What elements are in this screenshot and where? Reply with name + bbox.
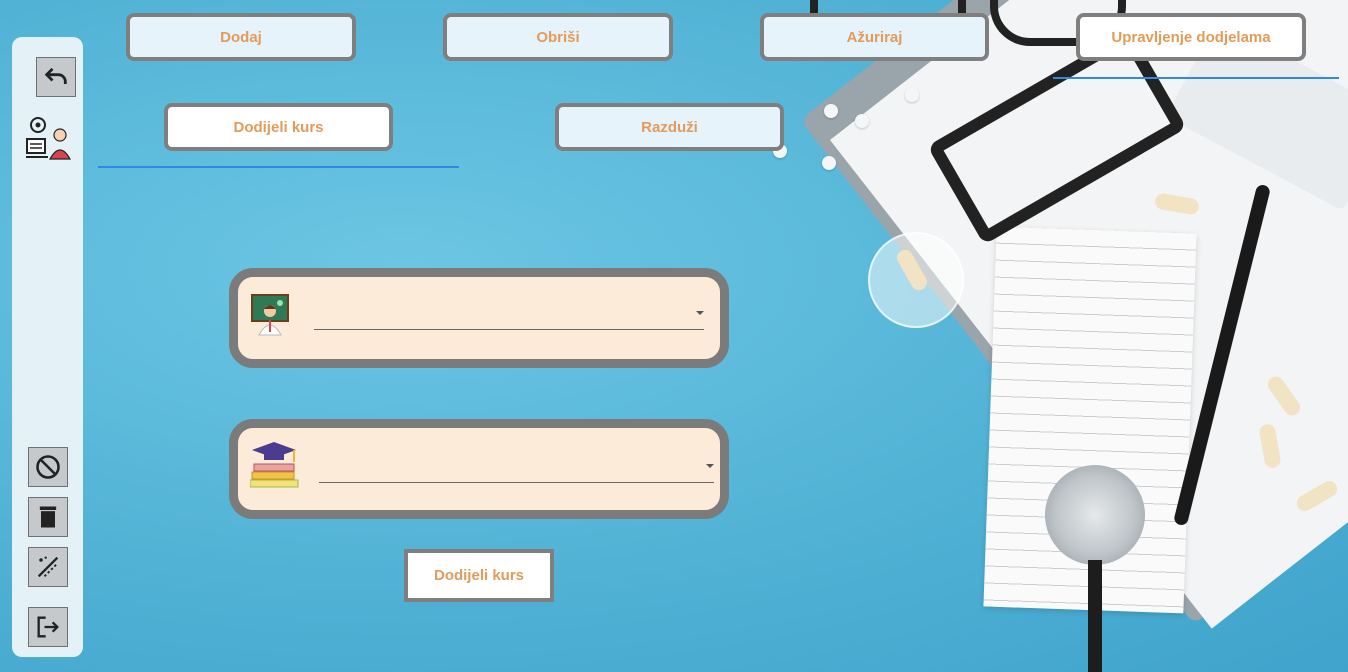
teacher-icon	[250, 293, 290, 337]
cancel-icon	[36, 455, 60, 479]
delete-button[interactable]	[28, 497, 68, 537]
admin-user-icon	[24, 111, 74, 167]
trash-icon	[39, 506, 57, 528]
pill	[822, 156, 836, 170]
stethoscope-decor	[1045, 465, 1145, 565]
active-tab-underline	[1053, 77, 1339, 79]
teacher-panel	[229, 268, 729, 368]
pill	[905, 88, 919, 102]
unassign-tab[interactable]: Razduži	[555, 103, 784, 151]
update-button[interactable]: Ažuriraj	[760, 13, 989, 61]
active-subtab-underline	[98, 166, 459, 168]
assign-course-tab[interactable]: Dodijeli kurs	[164, 103, 393, 151]
course-panel	[229, 419, 729, 519]
back-button[interactable]	[36, 57, 76, 97]
course-select[interactable]	[319, 456, 714, 483]
chevron-down-icon	[696, 311, 704, 315]
stethoscope-tube	[1088, 560, 1102, 672]
logout-icon	[37, 616, 59, 638]
pill	[824, 104, 838, 118]
teacher-select[interactable]	[314, 303, 704, 330]
undo-icon	[44, 67, 67, 84]
add-button[interactable]: Dodaj	[126, 13, 356, 61]
logout-button[interactable]	[28, 607, 68, 647]
chevron-down-icon	[706, 464, 714, 468]
course-books-icon	[249, 440, 302, 490]
sidebar	[12, 37, 83, 657]
pill	[855, 114, 869, 128]
assign-course-button[interactable]: Dodijeli kurs	[404, 549, 554, 602]
manage-assignments-button[interactable]: Upravljenje dodjelama	[1076, 13, 1306, 61]
clear-edit-button[interactable]	[28, 547, 68, 587]
cancel-button[interactable]	[28, 447, 68, 487]
clear-edit-icon	[37, 556, 59, 578]
delete-tab-button[interactable]: Obriši	[443, 13, 673, 61]
